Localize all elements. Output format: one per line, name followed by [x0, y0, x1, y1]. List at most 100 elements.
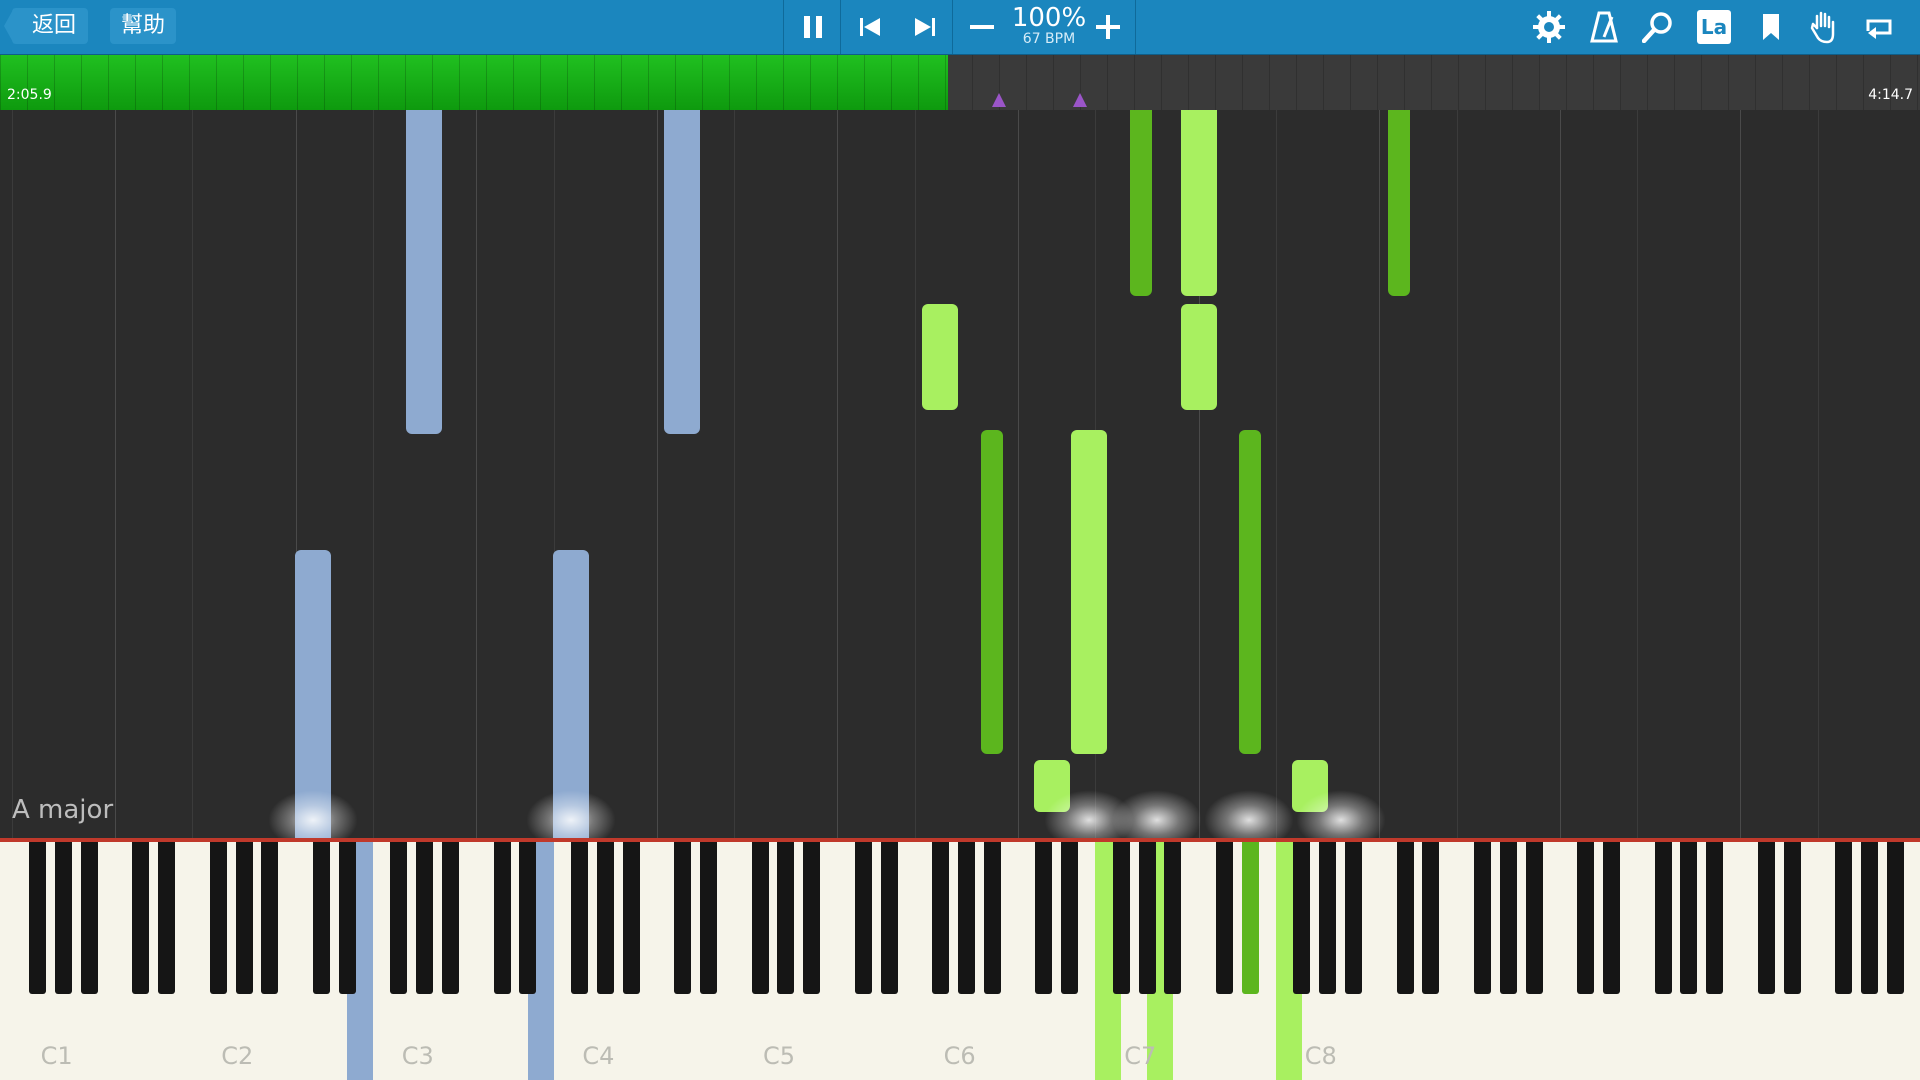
black-key[interactable]: [880, 842, 898, 994]
key-signature: A major: [12, 795, 114, 825]
bookmark-marker[interactable]: [1073, 93, 1087, 107]
black-key[interactable]: [622, 842, 640, 994]
black-key[interactable]: [54, 842, 72, 994]
black-key[interactable]: [1215, 842, 1233, 994]
octave-label: C3: [401, 1042, 434, 1070]
tempo-display: 100% 67 BPM: [1008, 4, 1090, 46]
black-key[interactable]: [1654, 842, 1672, 994]
black-key[interactable]: [209, 842, 227, 994]
black-key[interactable]: [1525, 842, 1543, 994]
bookmark-marker[interactable]: [992, 93, 1006, 107]
black-key[interactable]: [1112, 842, 1130, 994]
black-key[interactable]: [1577, 842, 1595, 994]
black-key[interactable]: [1680, 842, 1698, 994]
black-key[interactable]: [674, 842, 692, 994]
black-key[interactable]: [390, 842, 408, 994]
black-key[interactable]: [1886, 842, 1904, 994]
black-key[interactable]: [1706, 842, 1724, 994]
black-key[interactable]: [751, 842, 769, 994]
black-key[interactable]: [416, 842, 434, 994]
octave-label: C8: [1304, 1042, 1337, 1070]
black-key[interactable]: [1860, 842, 1878, 994]
guide-line: [915, 110, 916, 838]
octave-label: C2: [221, 1042, 254, 1070]
black-key[interactable]: [80, 842, 98, 994]
black-key[interactable]: [29, 842, 47, 994]
black-key[interactable]: [493, 842, 511, 994]
octave-label: C7: [1124, 1042, 1157, 1070]
song-timeline[interactable]: 2:05.9 4:14.7: [0, 55, 1920, 110]
guide-line: [1018, 110, 1019, 838]
black-key[interactable]: [1835, 842, 1853, 994]
pause-icon[interactable]: [792, 6, 834, 48]
hit-glow: [526, 790, 616, 838]
black-key[interactable]: [132, 842, 150, 994]
tempo-bpm: 67 BPM: [1022, 31, 1076, 47]
tempo-percent: 100%: [1011, 3, 1087, 33]
black-key[interactable]: [1241, 842, 1259, 994]
gear-icon[interactable]: [1528, 6, 1570, 48]
black-key[interactable]: [1035, 842, 1053, 994]
black-key[interactable]: [1422, 842, 1440, 994]
black-key[interactable]: [957, 842, 975, 994]
toolbar: 返回 幫助 100% 67 BPM La: [0, 0, 1920, 55]
black-key[interactable]: [1319, 842, 1337, 994]
metronome-icon[interactable]: [1583, 6, 1625, 48]
hit-glow: [1204, 790, 1294, 838]
black-key[interactable]: [570, 842, 588, 994]
black-key[interactable]: [699, 842, 717, 994]
note-roll: A major: [0, 110, 1920, 838]
skip-back-icon[interactable]: [849, 6, 891, 48]
black-key[interactable]: [1061, 842, 1079, 994]
octave-label: C6: [943, 1042, 976, 1070]
black-key[interactable]: [1602, 842, 1620, 994]
black-key[interactable]: [1473, 842, 1491, 994]
guide-line: [1457, 110, 1458, 838]
black-key[interactable]: [854, 842, 872, 994]
black-key[interactable]: [158, 842, 176, 994]
loop-icon[interactable]: [1858, 6, 1900, 48]
plus-icon[interactable]: [1087, 6, 1129, 48]
black-key[interactable]: [1757, 842, 1775, 994]
black-key[interactable]: [312, 842, 330, 994]
black-key[interactable]: [1396, 842, 1414, 994]
black-key[interactable]: [1138, 842, 1156, 994]
black-key[interactable]: [235, 842, 253, 994]
black-key[interactable]: [596, 842, 614, 994]
octave-label: C5: [763, 1042, 796, 1070]
magnifier-icon[interactable]: [1637, 6, 1679, 48]
guide-line: [657, 110, 658, 838]
note-right-hand: [922, 304, 958, 410]
black-key[interactable]: [441, 842, 459, 994]
note-right-hand: [1239, 430, 1261, 754]
black-key[interactable]: [777, 842, 795, 994]
black-key[interactable]: [338, 842, 356, 994]
black-key[interactable]: [261, 842, 279, 994]
black-key[interactable]: [932, 842, 950, 994]
note-right-hand: [981, 430, 1003, 754]
black-key[interactable]: [519, 842, 537, 994]
guide-line: [1276, 110, 1277, 838]
note-left-hand: [406, 110, 442, 434]
guide-line: [1740, 110, 1741, 838]
hand-icon[interactable]: [1803, 6, 1845, 48]
guide-line: [373, 110, 374, 838]
minus-icon[interactable]: [961, 6, 1003, 48]
note-right-hand: [1181, 304, 1217, 410]
black-key[interactable]: [1164, 842, 1182, 994]
guide-line: [115, 110, 116, 838]
guide-line: [837, 110, 838, 838]
skip-forward-icon[interactable]: [904, 6, 946, 48]
timeline-ticks: [0, 55, 1920, 110]
back-button[interactable]: 返回: [4, 8, 88, 44]
black-key[interactable]: [1499, 842, 1517, 994]
label-icon[interactable]: La: [1693, 6, 1735, 48]
current-time: 2:05.9: [7, 87, 52, 103]
help-button[interactable]: 幫助: [110, 8, 176, 44]
black-key[interactable]: [803, 842, 821, 994]
black-key[interactable]: [983, 842, 1001, 994]
bookmark-icon[interactable]: [1750, 6, 1792, 48]
black-key[interactable]: [1783, 842, 1801, 994]
black-key[interactable]: [1293, 842, 1311, 994]
black-key[interactable]: [1344, 842, 1362, 994]
